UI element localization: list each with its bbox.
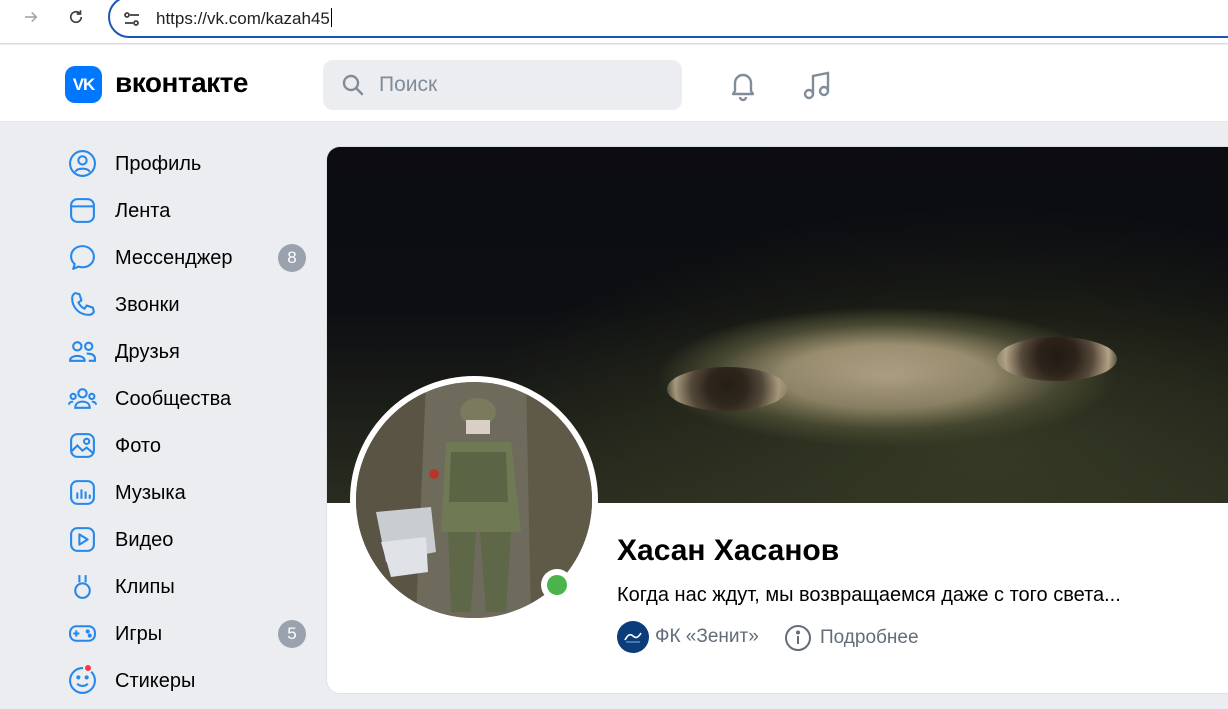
url-text[interactable]: https://vk.com/kazah45 [156,8,332,29]
left-navigation: Профиль Лента Мессенджер 8 Звонки Друзья… [60,140,320,704]
music-icon [68,478,97,507]
profile-status: Когда нас ждут, мы возвращаемся даже с т… [617,584,1121,606]
site-settings-icon[interactable] [122,9,142,29]
friends-icon [68,337,97,366]
search-icon [341,73,365,97]
sidebar-item-games[interactable]: Игры 5 [60,610,320,657]
stickers-icon [68,666,97,695]
phone-icon [68,290,97,319]
sidebar-item-label: Друзья [115,341,180,363]
clips-icon [68,572,97,601]
sidebar-item-label: Видео [115,529,174,551]
club-name: ФК «Зенит» [655,626,759,647]
sidebar-item-feed[interactable]: Лента [60,187,320,234]
zenit-logo-icon [617,621,649,653]
reload-icon[interactable] [63,4,89,30]
sidebar-item-label: Клипы [115,576,175,598]
profile-icon [68,149,97,178]
sidebar-item-clips[interactable]: Клипы [60,563,320,610]
sidebar-item-stickers[interactable]: Стикеры [60,657,320,704]
sidebar-item-messenger[interactable]: Мессенджер 8 [60,234,320,281]
sidebar-item-profile[interactable]: Профиль [60,140,320,187]
vk-logo[interactable]: VK [65,66,102,103]
sidebar-item-video[interactable]: Видео [60,516,320,563]
sidebar-item-friends[interactable]: Друзья [60,328,320,375]
online-indicator [541,569,573,601]
sidebar-item-label: Лента [115,200,171,222]
club-link[interactable]: ФК «Зенит» [617,621,759,653]
sidebar-item-photos[interactable]: Фото [60,422,320,469]
sidebar-item-label: Сообщества [115,388,232,410]
sidebar-item-label: Профиль [115,153,202,175]
address-bar[interactable]: https://vk.com/kazah45 [108,0,1228,38]
notification-dot [83,663,93,673]
feed-icon [68,196,97,225]
forward-arrow-icon[interactable] [18,4,44,30]
info-icon [784,624,812,652]
messenger-icon [68,243,97,272]
sidebar-item-label: Музыка [115,482,186,504]
search-input[interactable] [379,60,669,110]
vk-wordmark[interactable]: вконтакте [115,67,248,99]
photo-icon [68,431,97,460]
games-icon [68,619,97,648]
sidebar-item-label: Звонки [115,294,180,316]
sidebar-item-label: Фото [115,435,161,457]
bell-icon[interactable] [726,68,760,102]
sidebar-item-label: Стикеры [115,670,196,692]
sidebar-item-communities[interactable]: Сообщества [60,375,320,422]
site-header: VK вконтакте [0,45,1228,122]
unread-count-badge: 8 [278,244,306,272]
sidebar-item-music[interactable]: Музыка [60,469,320,516]
more-info-button[interactable]: Подробнее [784,623,919,653]
more-info-label: Подробнее [820,627,919,648]
video-icon [68,525,97,554]
sidebar-item-label: Игры [115,623,163,645]
games-count-badge: 5 [278,620,306,648]
sidebar-item-label: Мессенджер [115,247,233,269]
search-box[interactable] [323,60,682,110]
sidebar-item-calls[interactable]: Звонки [60,281,320,328]
communities-icon [68,384,97,413]
browser-toolbar: https://vk.com/kazah45 [0,0,1228,44]
music-icon[interactable] [800,68,834,102]
profile-name: Хасан Хасанов [617,534,840,567]
